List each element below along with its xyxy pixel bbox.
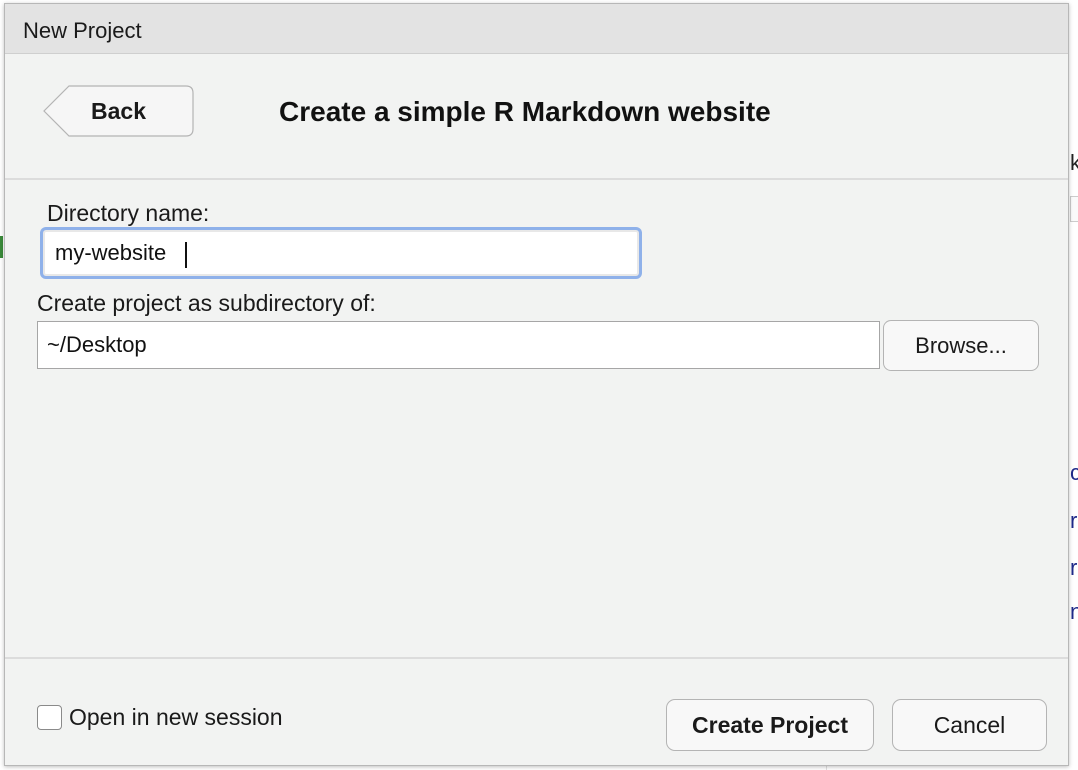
- text-caret: [185, 242, 187, 268]
- new-project-dialog: New Project Back Create a simple R Markd…: [4, 3, 1069, 766]
- background-text-fragment: n: [1070, 599, 1078, 624]
- directory-name-label: Directory name:: [47, 200, 210, 226]
- open-new-session-label[interactable]: Open in new session: [69, 704, 283, 731]
- subdirectory-input[interactable]: [37, 321, 880, 369]
- header-divider: [5, 178, 1068, 180]
- dialog-title: New Project: [23, 18, 142, 43]
- back-button[interactable]: Back: [43, 85, 194, 137]
- background-marker: [0, 236, 3, 258]
- background-field: [1070, 196, 1078, 222]
- background-text-fragment: c: [1070, 460, 1078, 485]
- background-text-fragment: r: [1070, 555, 1078, 580]
- dialog-titlebar: New Project: [5, 4, 1068, 54]
- footer-divider: [5, 657, 1068, 659]
- create-project-button[interactable]: Create Project: [666, 699, 874, 751]
- page-title: Create a simple R Markdown website: [279, 96, 771, 127]
- background-text-fragment: k: [1070, 150, 1078, 175]
- browse-button[interactable]: Browse...: [883, 320, 1039, 371]
- back-button-label: Back: [91, 98, 146, 124]
- cancel-button[interactable]: Cancel: [892, 699, 1047, 751]
- background-window: [1068, 0, 1078, 770]
- background-text-fragment: r: [1070, 508, 1078, 533]
- subdirectory-label: Create project as subdirectory of:: [37, 290, 376, 316]
- directory-name-input[interactable]: [43, 230, 639, 276]
- open-new-session-checkbox[interactable]: [37, 705, 62, 730]
